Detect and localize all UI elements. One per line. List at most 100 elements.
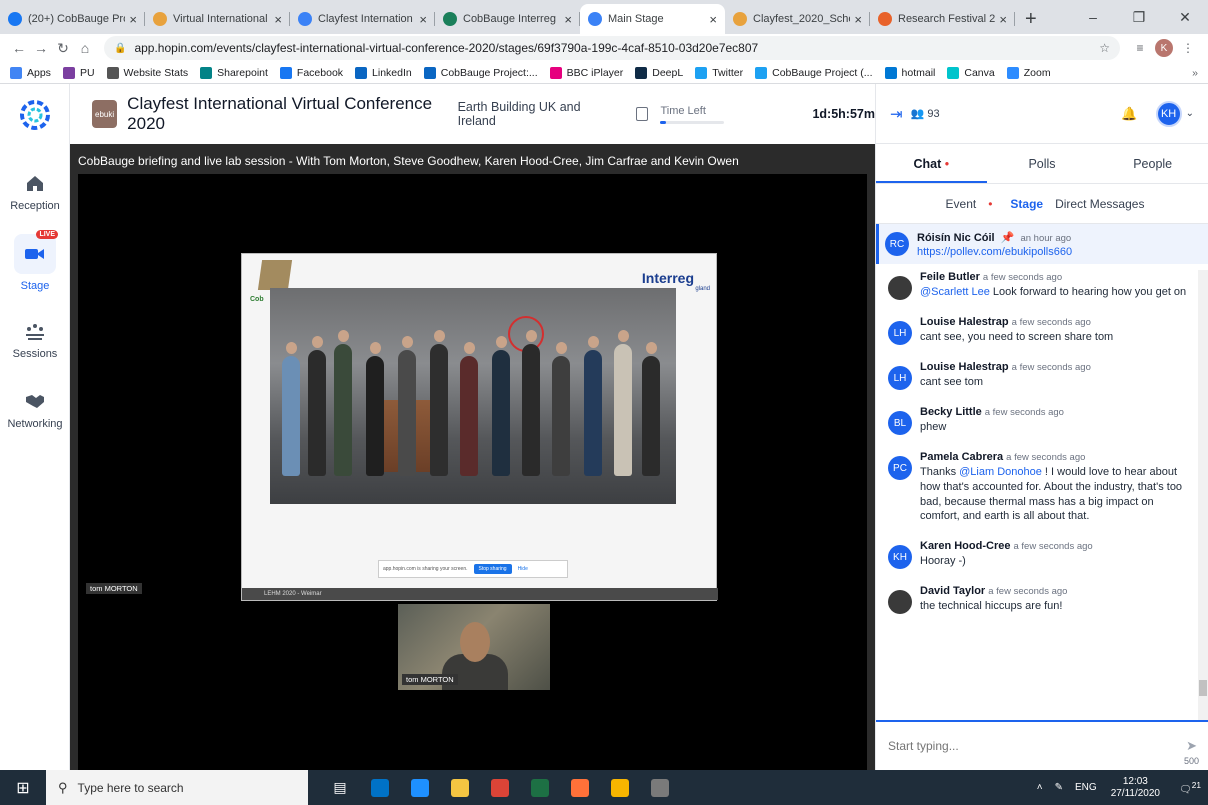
- taskbar-app-icon[interactable]: [520, 770, 560, 805]
- bookmark-item[interactable]: Zoom: [1006, 66, 1051, 79]
- calendar-icon[interactable]: [635, 107, 649, 121]
- restore-icon[interactable]: ❐: [1116, 9, 1162, 26]
- user-avatar[interactable]: KH: [1155, 100, 1182, 127]
- tab-close-icon[interactable]: ×: [999, 12, 1007, 27]
- message-author[interactable]: Feile Butler: [920, 271, 980, 283]
- browser-tab[interactable]: (20+) CobBauge Pro ×: [0, 4, 145, 34]
- organizer-name[interactable]: Earth Building UK and Ireland: [458, 100, 606, 128]
- notifications-bell-icon[interactable]: 🔔: [1121, 106, 1137, 122]
- bookmark-item[interactable]: CobBauge Project (...: [755, 66, 873, 79]
- message-mention[interactable]: @Scarlett Lee: [920, 286, 990, 298]
- pen-icon[interactable]: ✎: [1055, 782, 1063, 793]
- tab-close-icon[interactable]: ×: [854, 12, 862, 27]
- tab-polls[interactable]: Polls: [987, 157, 1098, 171]
- browser-tab[interactable]: CobBauge Interreg ×: [435, 4, 580, 34]
- stop-sharing-button[interactable]: Stop sharing: [473, 564, 512, 574]
- message-avatar[interactable]: [888, 276, 912, 300]
- windows-start-icon[interactable]: ⊞: [0, 778, 46, 798]
- send-icon[interactable]: ➤: [1186, 738, 1197, 754]
- collapse-panel-icon[interactable]: ⇥: [890, 105, 903, 123]
- subtab-event[interactable]: Event •: [940, 197, 999, 211]
- message-author[interactable]: David Taylor: [920, 585, 985, 597]
- bookmark-item[interactable]: Apps: [10, 66, 51, 79]
- taskbar-app-icon[interactable]: [640, 770, 680, 805]
- hopin-logo[interactable]: [20, 100, 50, 130]
- bookmarks-overflow-icon[interactable]: »: [1192, 67, 1198, 79]
- tab-close-icon[interactable]: ×: [564, 12, 572, 27]
- message-avatar[interactable]: PC: [888, 456, 912, 480]
- message-avatar[interactable]: BL: [888, 411, 912, 435]
- notification-center-icon[interactable]: 🗨21: [1172, 780, 1208, 795]
- bookmark-item[interactable]: LinkedIn: [355, 66, 412, 79]
- browser-tab[interactable]: Main Stage ×: [580, 4, 725, 34]
- message-mention[interactable]: @Liam Donohoe: [959, 466, 1042, 478]
- message-author[interactable]: Becky Little: [920, 406, 982, 418]
- bookmark-item[interactable]: BBC iPlayer: [549, 66, 623, 79]
- bookmark-item[interactable]: Facebook: [279, 66, 343, 79]
- nav-sessions[interactable]: Sessions: [0, 320, 70, 360]
- browser-tab[interactable]: Research Festival 20 ×: [870, 4, 1015, 34]
- browser-tab[interactable]: Clayfest Internation ×: [290, 4, 435, 34]
- scrollbar-thumb[interactable]: [1199, 680, 1207, 696]
- browser-tab[interactable]: Clayfest_2020_Sche ×: [725, 4, 870, 34]
- bookmark-item[interactable]: DeepL: [635, 66, 683, 79]
- close-window-icon[interactable]: ✕: [1162, 9, 1208, 26]
- pinned-link[interactable]: https://pollev.com/ebukipolls660: [917, 246, 1072, 258]
- presenter-camera[interactable]: tom MORTON: [398, 604, 550, 690]
- bookmark-item[interactable]: Canva: [947, 66, 995, 79]
- stage-video[interactable]: Cob Interreg gland app.hopin.com is shar…: [78, 174, 867, 770]
- home-button-icon[interactable]: ⌂: [74, 40, 96, 56]
- bookmark-item[interactable]: Sharepoint: [200, 66, 268, 79]
- profile-button[interactable]: K: [1152, 39, 1176, 57]
- taskbar-app-icon[interactable]: [400, 770, 440, 805]
- browser-tab[interactable]: Virtual International ×: [145, 4, 290, 34]
- taskbar-search[interactable]: ⚲ Type here to search: [46, 770, 308, 805]
- message-author[interactable]: Karen Hood-Cree: [920, 540, 1010, 552]
- chevron-down-icon[interactable]: ⌄: [1186, 108, 1194, 119]
- message-author[interactable]: Pamela Cabrera: [920, 451, 1003, 463]
- browser-menu-icon[interactable]: ⋮: [1176, 41, 1200, 55]
- taskbar-app-icon[interactable]: [560, 770, 600, 805]
- new-tab-icon[interactable]: +: [1015, 4, 1047, 34]
- nav-stage[interactable]: LIVE Stage: [0, 230, 70, 292]
- language-indicator[interactable]: ENG: [1075, 782, 1097, 793]
- taskbar-app-icon[interactable]: [480, 770, 520, 805]
- task-view-icon[interactable]: ▤: [320, 770, 360, 805]
- tab-chat[interactable]: Chat •: [876, 157, 987, 171]
- chat-input[interactable]: [888, 739, 1187, 753]
- minimize-icon[interactable]: –: [1070, 9, 1116, 25]
- message-avatar[interactable]: KH: [888, 545, 912, 570]
- message-avatar[interactable]: LH: [888, 321, 912, 345]
- tab-close-icon[interactable]: ×: [274, 12, 282, 27]
- tray-chevron-icon[interactable]: ˄: [1037, 782, 1043, 793]
- nav-networking[interactable]: Networking: [0, 390, 70, 430]
- bookmark-item[interactable]: Website Stats: [106, 66, 188, 79]
- clock[interactable]: 12:03 27/11/2020: [1111, 776, 1160, 800]
- tab-close-icon[interactable]: ×: [129, 12, 137, 27]
- tab-close-icon[interactable]: ×: [419, 12, 427, 27]
- bookmark-item[interactable]: CobBauge Project:...: [423, 66, 538, 79]
- taskbar-app-icon[interactable]: [360, 770, 400, 805]
- bookmark-star-icon[interactable]: ☆: [1099, 41, 1110, 55]
- back-icon[interactable]: ←: [8, 40, 30, 56]
- message-avatar[interactable]: [888, 590, 912, 615]
- chat-scrollbar[interactable]: [1198, 270, 1208, 720]
- bookmark-item[interactable]: PU: [62, 66, 95, 79]
- nav-reception[interactable]: Reception: [0, 172, 70, 212]
- forward-icon[interactable]: →: [30, 40, 52, 56]
- tab-close-icon[interactable]: ×: [709, 12, 717, 27]
- message-author[interactable]: Louise Halestrap: [920, 361, 1009, 373]
- taskbar-app-icon[interactable]: [440, 770, 480, 805]
- subtab-stage[interactable]: Stage: [1010, 197, 1043, 211]
- subtab-direct-messages[interactable]: Direct Messages: [1055, 197, 1144, 211]
- reload-icon[interactable]: ↻: [52, 40, 74, 57]
- taskbar-app-icon[interactable]: [600, 770, 640, 805]
- reading-list-icon[interactable]: ≡: [1128, 41, 1152, 55]
- bookmark-item[interactable]: hotmail: [884, 66, 935, 79]
- message-author[interactable]: Louise Halestrap: [920, 316, 1009, 328]
- message-avatar[interactable]: LH: [888, 366, 912, 390]
- tab-people[interactable]: People: [1097, 157, 1208, 171]
- bookmark-item[interactable]: Twitter: [695, 66, 743, 79]
- url-field[interactable]: 🔒 app.hopin.com/events/clayfest-internat…: [104, 36, 1120, 60]
- hide-button[interactable]: Hide: [518, 566, 528, 572]
